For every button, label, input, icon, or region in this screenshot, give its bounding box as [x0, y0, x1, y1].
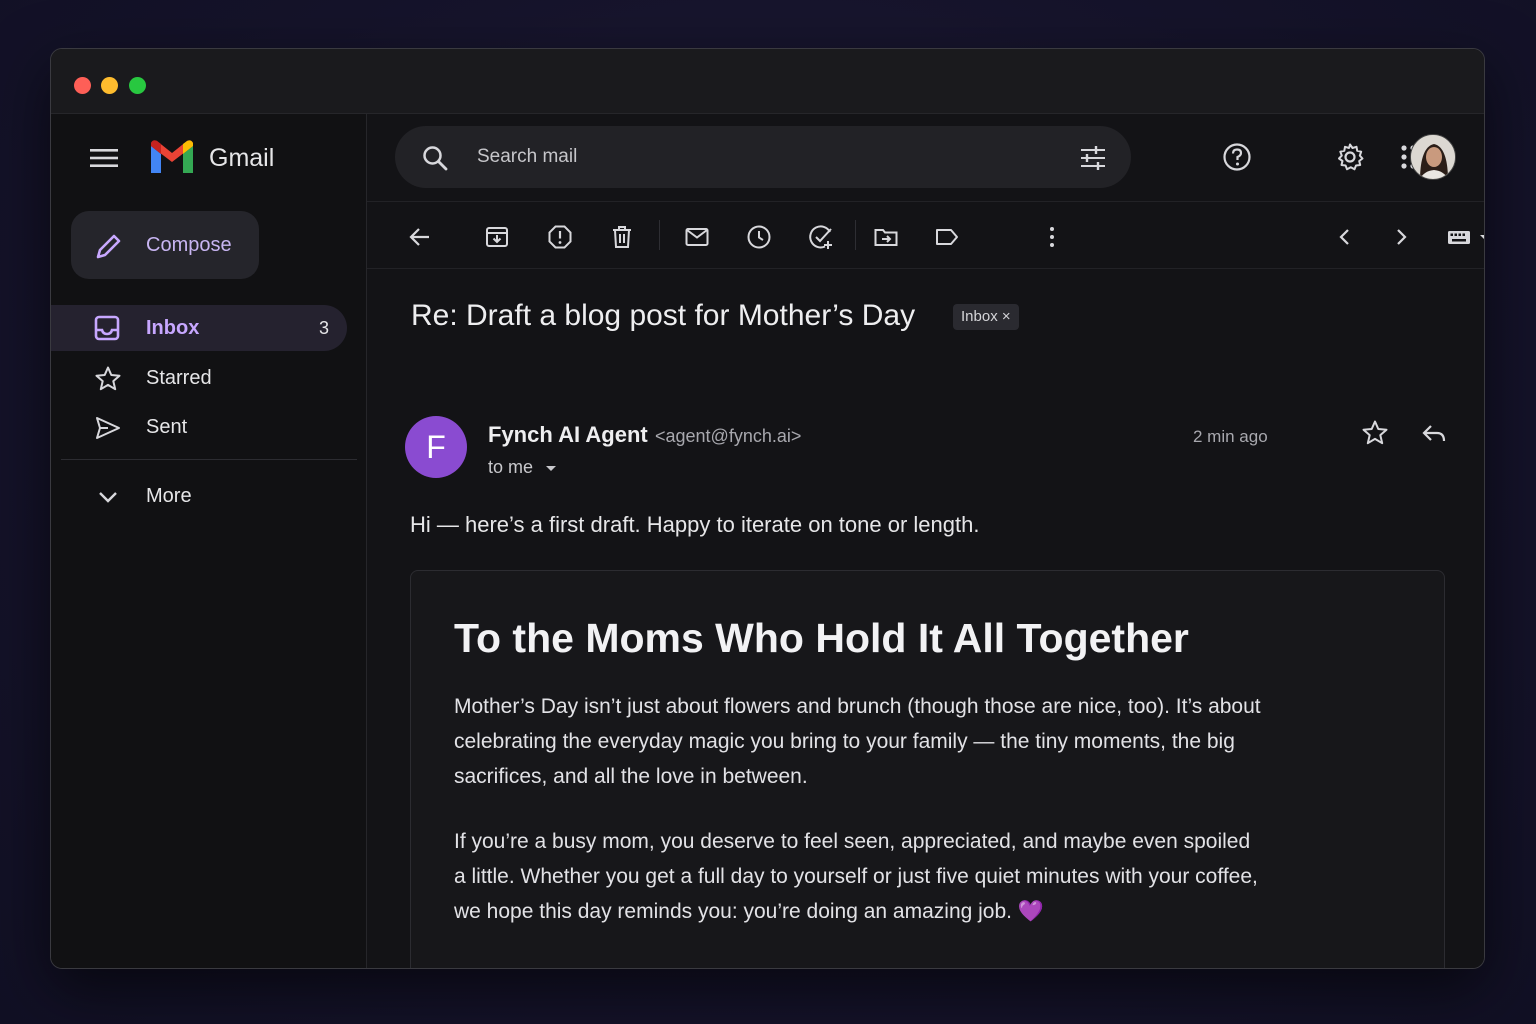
- main-pane: Search mail Re: Draft a blog post for Mo…: [367, 114, 1485, 968]
- inbox-icon: [94, 315, 120, 341]
- inbox-label-chip[interactable]: Inbox ×: [953, 304, 1019, 330]
- sidebar-item-label: Starred: [146, 367, 212, 389]
- reply-icon[interactable]: [1420, 420, 1448, 448]
- sidebar-item-starred[interactable]: Starred: [51, 355, 347, 401]
- add-task-icon[interactable]: [808, 224, 834, 250]
- search-input[interactable]: Search mail: [477, 146, 577, 168]
- toolbar-divider: [659, 220, 660, 250]
- menu-icon[interactable]: [89, 146, 119, 170]
- browser-window: Gmail Compose Inbox 3 Starred Sent More …: [50, 48, 1485, 969]
- label-chip-text: Inbox: [961, 308, 998, 325]
- account-avatar[interactable]: [1410, 134, 1456, 180]
- blog-paragraph-text: If you’re a busy mom, you deserve to fee…: [454, 830, 1258, 923]
- more-vert-icon[interactable]: [1477, 420, 1485, 448]
- send-icon: [96, 417, 120, 439]
- help-icon[interactable]: [1222, 142, 1252, 172]
- sidebar-item-more[interactable]: More: [51, 473, 347, 519]
- sender-avatar[interactable]: F: [405, 416, 467, 478]
- prev-icon[interactable]: [1333, 224, 1357, 250]
- close-window-button[interactable]: [74, 77, 91, 94]
- compose-button[interactable]: Compose: [71, 211, 259, 279]
- search-bar[interactable]: Search mail: [395, 126, 1131, 188]
- sidebar-divider: [61, 459, 357, 460]
- profile-photo-icon: [1411, 135, 1455, 179]
- blog-draft-card: To the Moms Who Hold It All Together Mot…: [410, 570, 1445, 968]
- recipient-details[interactable]: to me: [488, 457, 558, 478]
- sidebar-item-sent[interactable]: Sent: [51, 404, 347, 450]
- sidebar: Gmail Compose Inbox 3 Starred Sent More: [51, 114, 367, 968]
- message-toolbar: [367, 201, 1485, 269]
- blog-paragraph: If you’re a busy mom, you deserve to fee…: [454, 824, 1264, 929]
- back-icon[interactable]: [407, 224, 433, 250]
- sidebar-item-inbox[interactable]: Inbox 3: [51, 305, 347, 351]
- move-to-icon[interactable]: [873, 224, 899, 250]
- purple-heart-emoji: 💜: [1017, 900, 1044, 923]
- maximize-window-button[interactable]: [129, 77, 146, 94]
- report-spam-icon[interactable]: [547, 224, 573, 250]
- minimize-window-button[interactable]: [101, 77, 118, 94]
- search-icon[interactable]: [421, 144, 449, 172]
- unread-count: 3: [318, 318, 329, 338]
- gmail-logo-icon[interactable]: [148, 138, 196, 176]
- sidebar-item-label: More: [146, 485, 192, 507]
- archive-icon[interactable]: [484, 224, 510, 250]
- delete-icon[interactable]: [609, 224, 635, 250]
- remove-label-icon[interactable]: ×: [1002, 308, 1011, 325]
- blog-paragraph: Mother’s Day isn’t just about flowers an…: [454, 695, 1261, 788]
- filter-icon[interactable]: [1079, 144, 1107, 172]
- title-bar: [51, 49, 1484, 114]
- keyboard-icon[interactable]: [1446, 224, 1485, 250]
- toolbar-divider: [855, 220, 856, 250]
- star-icon: [95, 366, 121, 391]
- sender-email: <agent@fynch.ai>: [655, 426, 802, 446]
- sender-name[interactable]: Fynch AI Agent: [488, 422, 648, 448]
- recipient-label: to me: [488, 457, 534, 477]
- chevron-down-icon: [99, 492, 117, 503]
- mark-unread-icon[interactable]: [684, 224, 710, 250]
- star-icon[interactable]: [1361, 419, 1389, 447]
- email-time: 2 min ago: [1193, 427, 1268, 446]
- pencil-icon: [96, 234, 121, 259]
- more-vert-icon[interactable]: [1041, 224, 1063, 250]
- blog-title: To the Moms Who Hold It All Together: [454, 615, 1189, 661]
- sidebar-item-label: Sent: [146, 416, 188, 438]
- caret-down-icon: [546, 466, 557, 472]
- next-icon[interactable]: [1389, 224, 1413, 250]
- label-icon[interactable]: [934, 224, 960, 250]
- compose-label: Compose: [146, 234, 232, 256]
- email-greeting: Hi — here’s a first draft. Happy to iter…: [410, 512, 980, 537]
- settings-icon[interactable]: [1335, 142, 1365, 172]
- email-subject: Re: Draft a blog post for Mother’s Day: [411, 299, 916, 332]
- sidebar-item-label: Inbox: [146, 317, 200, 339]
- snooze-icon[interactable]: [746, 224, 772, 250]
- app-name: Gmail: [209, 144, 275, 172]
